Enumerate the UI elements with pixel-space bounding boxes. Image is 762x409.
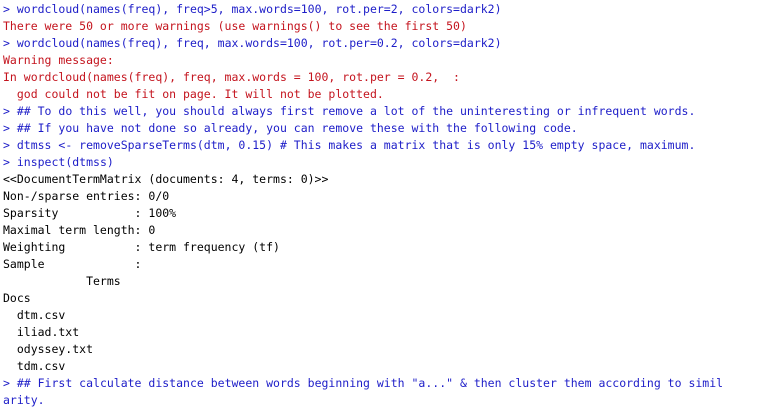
r-console-output[interactable]: > wordcloud(names(freq), freq>5, max.wor… [0,0,762,408]
console-command-text: dtmss <- removeSparseTerms(dtm, 0.15) # … [9,138,696,152]
console-warning-line: In wordcloud(names(freq), freq, max.word… [3,70,460,84]
console-output-line: Docs [3,291,31,305]
console-prompt: > [3,36,10,50]
console-warning-line: Warning message: [3,53,114,67]
console-command-continuation: arity. [3,393,45,407]
console-command-text: wordcloud(names(freq), freq, max.words=1… [9,36,502,50]
console-command-line: > wordcloud(names(freq), freq>5, max.wor… [3,1,762,18]
console-command-line: > wordcloud(names(freq), freq, max.words… [3,35,762,52]
console-command-line: > dtmss <- removeSparseTerms(dtm, 0.15) … [3,137,762,154]
console-prompt: > [3,2,10,16]
console-output-line: Sample : [3,257,142,271]
console-output-line: odyssey.txt [3,342,94,356]
console-output-line: Sparsity : 100% [3,206,177,220]
console-command-line: > inspect(dtmss) [3,154,762,171]
console-prompt: > [3,138,10,152]
console-warning-line: god could not be fit on page. It will no… [3,87,384,101]
console-output-line: Maximal term length: 0 [3,223,156,237]
console-prompt: > [3,376,10,390]
console-prompt: > [3,104,10,118]
console-command-text: wordcloud(names(freq), freq>5, max.words… [9,2,502,16]
console-command-text: ## To do this well, you should always fi… [9,104,696,118]
console-command-text: inspect(dtmss) [9,155,114,169]
console-output-line: Non-/sparse entries: 0/0 [3,189,170,203]
console-prompt: > [3,121,10,135]
console-command-line: > ## If you have not done so already, yo… [3,120,762,137]
console-command-text: ## First calculate distance between word… [9,376,724,390]
console-output-line: Weighting : term frequency (tf) [3,240,280,254]
console-output-line: Terms [3,274,121,288]
console-output-line: iliad.txt [3,325,80,339]
console-warning-line: There were 50 or more warnings (use warn… [3,19,467,33]
console-command-line: > ## To do this well, you should always … [3,103,762,120]
console-command-line: > ## First calculate distance between wo… [3,375,762,392]
console-prompt: > [3,155,10,169]
console-output-line: <<DocumentTermMatrix (documents: 4, term… [3,172,329,186]
console-output-line: tdm.csv [3,359,66,373]
console-command-text: ## If you have not done so already, you … [9,121,578,135]
console-output-line: dtm.csv [3,308,66,322]
